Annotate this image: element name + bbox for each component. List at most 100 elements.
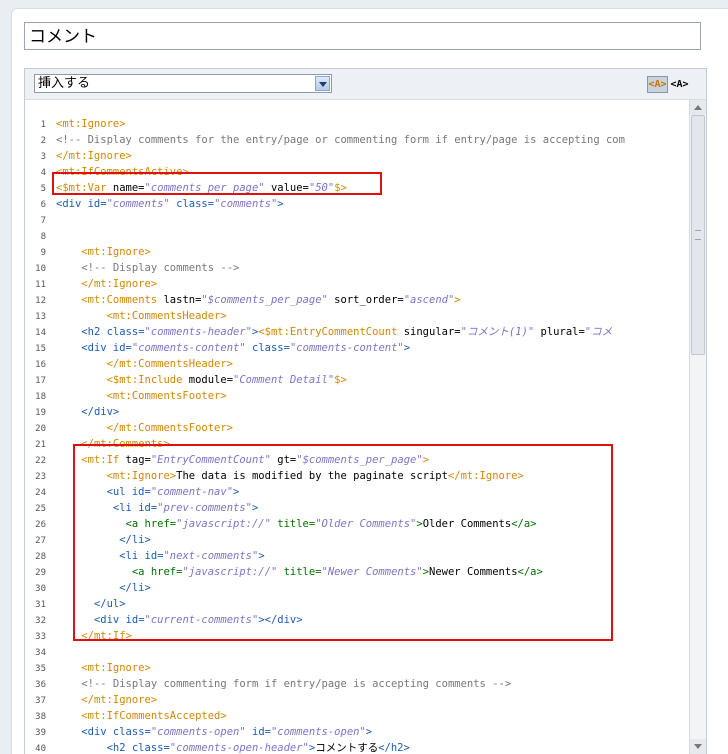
line-number: 11 [35,280,46,290]
rich-text-format-button[interactable]: <A> [647,76,668,93]
code-line: 37 </mt:Ignore> [25,692,689,708]
line-number: 25 [35,504,46,514]
code-text: <mt:CommentsHeader> [106,310,227,322]
code-line: 11 </mt:Ignore> [25,276,689,292]
code-text: </div> [81,406,120,418]
code-text: <mt:IfCommentsAccepted> [81,710,227,722]
line-number: 32 [35,616,46,626]
code-line: 35 <mt:Ignore> [25,660,689,676]
code-text: <!-- Display comments for the entry/page… [56,134,625,146]
line-number: 26 [35,520,46,530]
line-number: 34 [35,648,46,658]
editor-toolbar: 挿入する <A> <A> [25,69,706,100]
line-number: 36 [35,680,46,690]
code-line: 18 <mt:CommentsFooter> [25,388,689,404]
code-text: <!-- Display comments --> [81,262,240,274]
line-number: 4 [40,168,46,178]
code-line: 9 <mt:Ignore> [25,244,689,260]
line-number: 21 [35,440,46,450]
line-number: 31 [35,600,46,610]
line-number: 28 [35,552,46,562]
line-number: 33 [35,632,46,642]
code-line: 12 <mt:Comments lastn="$comments_per_pag… [25,292,689,308]
code-line: 16 </mt:CommentsHeader> [25,356,689,372]
code-line: 36 <!-- Display commenting form if entry… [25,676,689,692]
code-line: 15 <div id="comments-content" class="com… [25,340,689,356]
line-number: 19 [35,408,46,418]
scrollbar-thumb[interactable] [691,115,705,355]
line-number: 40 [35,744,46,754]
line-number: 20 [35,424,46,434]
line-number: 14 [35,328,46,338]
code-line: 39 <div class="comments-open" id="commen… [25,724,689,740]
line-number: 1 [40,120,46,130]
code-line: 1 <mt:Ignore> [25,116,689,132]
line-number: 12 [35,296,46,306]
highlight-box-var-line [52,172,382,195]
code-text: </mt:CommentsHeader> [106,358,234,370]
code-line: 3 </mt:Ignore> [25,148,689,164]
entry-title-input[interactable]: コメント [24,22,701,50]
code-line: 19 </div> [25,404,689,420]
code-line: 13 <mt:CommentsHeader> [25,308,689,324]
chevron-down-icon[interactable] [315,76,330,91]
insert-select-value: 挿入する [38,76,91,91]
code-text: <mt:Ignore> [81,246,151,258]
code-line: 40 <h2 class="comments-open-header">コメント… [25,740,689,754]
code-text: </mt:CommentsFooter> [106,422,234,434]
code-text: </mt:Ignore> [81,694,158,706]
line-number: 18 [35,392,46,402]
scroll-down-icon[interactable] [690,739,706,754]
code-text: <mt:Ignore> [81,662,151,674]
line-number: 10 [35,264,46,274]
code-text: <h2 class="comments-header"><$mt:EntryCo… [81,326,613,338]
code-text: <mt:Ignore> [56,118,126,130]
line-number: 29 [35,568,46,578]
line-number: 15 [35,344,46,354]
line-number: 6 [40,200,46,210]
code-text: <$mt:Include module="Comment Detail"$> [106,374,347,386]
insert-select[interactable]: 挿入する [34,74,332,93]
line-number: 23 [35,472,46,482]
code-text: <div id="comments-content" class="commen… [81,342,411,354]
code-text: <div class="comments-open" id="comments-… [81,726,373,738]
scroll-up-icon[interactable] [690,100,706,115]
line-number: 2 [40,136,46,146]
code-line: 7 [25,212,689,228]
code-line: 14 <h2 class="comments-header"><$mt:Entr… [25,324,689,340]
code-line: 2 <!-- Display comments for the entry/pag… [25,132,689,148]
code-text: <mt:Comments lastn="$comments_per_page" … [81,294,461,306]
code-editor: 挿入する <A> <A> 1 <mt:Ignore> 2 <!-- Display c… [24,68,707,754]
line-number: 37 [35,696,46,706]
line-number: 16 [35,360,46,370]
code-line: 38 <mt:IfCommentsAccepted> [25,708,689,724]
line-number: 13 [35,312,46,322]
line-number: 3 [40,152,46,162]
highlight-box-pagination-block [73,444,613,641]
code-text: <div id="comments" class="comments"> [56,198,284,210]
code-text: <h2 class="comments-open-header">コメントする<… [106,742,410,754]
code-textarea[interactable]: 1 <mt:Ignore> 2 <!-- Display comments for t… [25,100,689,754]
code-line: 10 <!-- Display comments --> [25,260,689,276]
line-number: 27 [35,536,46,546]
plain-text-format-button[interactable]: <A> [669,76,690,93]
line-number: 30 [35,584,46,594]
code-line: 8 [25,228,689,244]
code-line: 6 <div id="comments" class="comments"> [25,196,689,212]
code-line: 17 <$mt:Include module="Comment Detail"$… [25,372,689,388]
line-number: 5 [40,184,46,194]
code-text: <mt:CommentsFooter> [106,390,227,402]
vertical-scrollbar[interactable] [689,100,706,754]
line-number: 22 [35,456,46,466]
code-line: 34 [25,644,689,660]
code-line: 20 </mt:CommentsFooter> [25,420,689,436]
line-number: 9 [40,248,46,258]
line-number: 8 [40,232,46,242]
line-number: 17 [35,376,46,386]
code-text: </mt:Ignore> [81,278,158,290]
line-number: 38 [35,712,46,722]
code-text: </mt:Ignore> [56,150,132,162]
line-number: 35 [35,664,46,674]
line-number: 7 [40,216,46,226]
line-number: 24 [35,488,46,498]
